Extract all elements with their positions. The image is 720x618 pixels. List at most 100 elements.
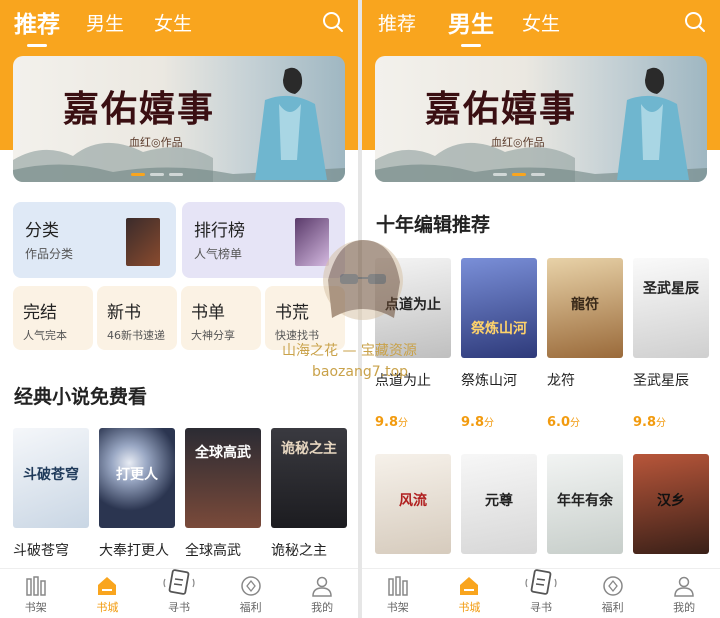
nav-label: 我的 (673, 601, 696, 614)
card-title: 书荒 (275, 303, 309, 323)
card-search-icon (163, 569, 195, 595)
cover-title: 祭炼山河 (471, 321, 527, 337)
book-item[interactable]: 点道为止 点道为止 9.8分 (375, 258, 451, 430)
book-cover: 汉乡 (633, 454, 709, 554)
book-cover: 斗破苍穹 (13, 428, 89, 528)
nav-profile[interactable]: 我的 (286, 569, 358, 618)
tab-male[interactable]: 男生 (86, 9, 124, 36)
book-item[interactable]: 风流 (375, 454, 451, 554)
nav-welfare[interactable]: 福利 (577, 569, 649, 618)
card-search-icon (525, 569, 557, 595)
tab-male[interactable]: 男生 (448, 5, 494, 39)
card-subtitle: 人气完本 (23, 329, 67, 342)
new-books-card[interactable]: 新书 46新书速递 (97, 286, 177, 350)
nav-welfare[interactable]: 福利 (215, 569, 287, 618)
book-name: 诡秘之主 (271, 543, 327, 559)
cover-title: 打更人 (116, 467, 158, 483)
cover-title: 风流 (399, 493, 427, 509)
cover-title: 斗破苍穹 (23, 467, 79, 483)
book-cover: 诡秘之主 (271, 428, 347, 528)
nav-bookstore[interactable]: 书城 (72, 569, 144, 618)
book-cover: 圣武星辰 (633, 258, 709, 358)
promo-banner[interactable]: 嘉佑嬉事 血红◎作品 (375, 56, 707, 182)
nav-search-books[interactable]: 寻书 (505, 569, 577, 618)
nav-label: 书架 (386, 601, 409, 614)
book-thumbnail (126, 218, 160, 266)
book-score: 6.0分 (547, 415, 581, 430)
book-item[interactable]: 圣武星辰 圣武星辰 9.8分 (633, 258, 709, 430)
book-cover: 元尊 (461, 454, 537, 554)
search-icon[interactable] (684, 11, 706, 33)
find-books-card[interactable]: 书荒 快速找书 (265, 286, 345, 350)
nav-profile[interactable]: 我的 (648, 569, 720, 618)
nav-label: 寻书 (529, 601, 552, 614)
bottom-nav: 书架 书城 寻书 福利 我的 (362, 568, 720, 618)
cover-title: 龍符 (571, 297, 599, 313)
bookstore-icon (98, 577, 117, 595)
book-thumbnail (295, 218, 329, 266)
book-name: 斗破苍穹 (13, 543, 69, 559)
cover-title: 圣武星辰 (643, 281, 699, 297)
finished-card[interactable]: 完结 人气完本 (13, 286, 93, 350)
search-icon[interactable] (322, 11, 344, 33)
user-icon (674, 576, 694, 597)
banner-indicator (131, 173, 183, 176)
nav-label: 书架 (24, 601, 47, 614)
card-subtitle: 大神分享 (191, 329, 235, 342)
book-cover: 打更人 (99, 428, 175, 528)
nav-bookstore[interactable]: 书城 (434, 569, 506, 618)
character-illustration (617, 67, 689, 180)
book-item[interactable]: 元尊 (461, 454, 537, 554)
category-cards: 分类 作品分类 排行榜 人气榜单 (13, 202, 345, 278)
nav-label: 书城 (458, 601, 481, 614)
banner-title: 嘉佑嬉事 (63, 88, 216, 130)
bookshelf-icon (388, 576, 408, 596)
tab-recommend[interactable]: 推荐 (378, 9, 416, 36)
book-score: 9.8分 (461, 415, 495, 430)
cover-title: 全球高武 (195, 445, 251, 461)
card-title: 新书 (107, 303, 141, 323)
book-item[interactable]: 年年有余 (547, 454, 623, 554)
nav-bookshelf[interactable]: 书架 (362, 569, 434, 618)
left-screen: 推荐 男生 女生 嘉佑嬉事 血红◎作品 分类 作品分类 排行榜 人气榜单 完结 … (0, 0, 358, 618)
book-item[interactable]: 全球高武 全球高武 (185, 428, 261, 560)
book-item[interactable]: 祭炼山河 祭炼山河 9.8分 (461, 258, 537, 430)
book-item[interactable]: 龍符 龙符 6.0分 (547, 258, 623, 430)
book-cover: 年年有余 (547, 454, 623, 554)
book-name: 大奉打更人 (99, 543, 169, 559)
book-item[interactable]: 汉乡 (633, 454, 709, 554)
card-subtitle: 46新书速递 (107, 329, 165, 342)
tab-female[interactable]: 女生 (522, 9, 560, 36)
category-card[interactable]: 分类 作品分类 (13, 202, 176, 278)
book-name: 龙符 (547, 373, 575, 389)
banner-title: 嘉佑嬉事 (425, 88, 578, 130)
classic-books-row: 斗破苍穹 斗破苍穹 打更人 大奉打更人 全球高武 全球高武 诡秘之主 诡秘之主 (13, 428, 347, 560)
bookstore-icon (460, 577, 479, 595)
banner-indicator (493, 173, 545, 176)
top-tabs: 推荐 男生 女生 (362, 0, 720, 44)
nav-search-books[interactable]: 寻书 (143, 569, 215, 618)
promo-banner[interactable]: 嘉佑嬉事 血红◎作品 (13, 56, 345, 182)
cover-title: 诡秘之主 (281, 441, 337, 457)
cover-title: 年年有余 (557, 493, 613, 509)
cover-title: 元尊 (485, 493, 513, 509)
card-title: 完结 (23, 303, 57, 323)
book-item[interactable]: 打更人 大奉打更人 (99, 428, 175, 560)
booklist-card[interactable]: 书单 大神分享 (181, 286, 261, 350)
cover-title: 点道为止 (385, 297, 441, 313)
banner-subtitle: 血红◎作品 (129, 136, 183, 149)
nav-label: 福利 (601, 601, 624, 614)
book-item[interactable]: 斗破苍穹 斗破苍穹 (13, 428, 89, 560)
tab-recommend[interactable]: 推荐 (14, 5, 60, 39)
section-title: 十年编辑推荐 (376, 214, 491, 236)
bookshelf-icon (26, 576, 46, 596)
bottom-nav: 书架 书城 寻书 福利 我的 (0, 568, 358, 618)
book-name: 祭炼山河 (461, 373, 517, 389)
book-item[interactable]: 诡秘之主 诡秘之主 (271, 428, 347, 560)
section-title: 经典小说免费看 (14, 386, 148, 408)
tab-female[interactable]: 女生 (154, 9, 192, 36)
cover-title: 汉乡 (657, 493, 685, 509)
ranking-card[interactable]: 排行榜 人气榜单 (182, 202, 345, 278)
user-icon (312, 576, 332, 597)
nav-bookshelf[interactable]: 书架 (0, 569, 72, 618)
